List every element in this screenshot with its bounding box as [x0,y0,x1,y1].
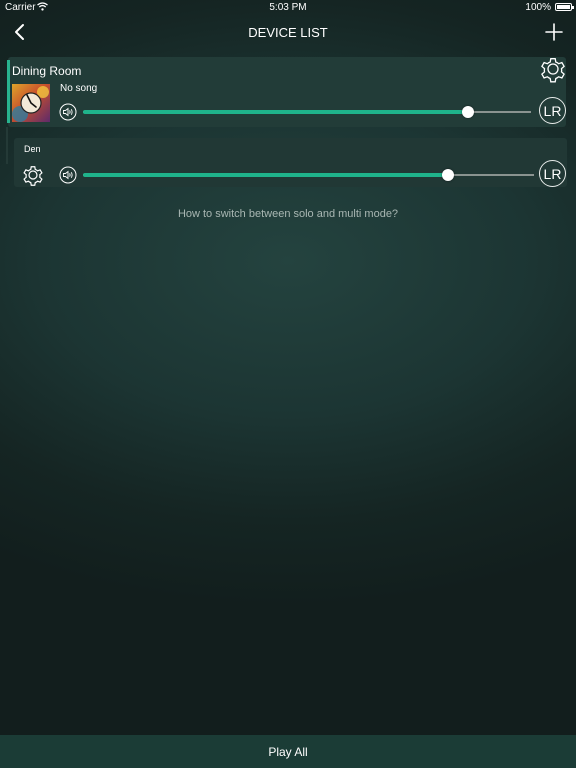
volume-slider[interactable] [83,168,534,182]
volume-slider[interactable] [83,105,531,119]
speaker-volume-icon[interactable] [59,166,77,184]
navigation-bar: DEVICE LIST [0,16,576,48]
slider-fill [83,110,469,114]
play-all-button[interactable]: Play All [0,735,576,768]
channel-lr-button[interactable]: LR [539,160,566,187]
album-art[interactable] [12,84,50,122]
battery-percentage: 100% [525,2,551,13]
slider-thumb[interactable] [442,169,455,181]
device-name: Den [24,144,41,154]
active-indicator [7,60,10,123]
channel-lr-button[interactable]: LR [539,97,566,124]
help-link[interactable]: How to switch between solo and multi mod… [0,208,576,220]
device-name: Dining Room [12,64,82,78]
slider-fill [83,173,449,177]
status-time: 5:03 PM [269,2,307,13]
speaker-volume-icon[interactable] [59,103,77,121]
slider-thumb[interactable] [462,106,475,118]
settings-gear-icon[interactable] [21,163,45,187]
status-bar: Carrier 5:03 PM 100% [0,0,576,16]
add-icon[interactable] [544,22,564,42]
settings-gear-icon[interactable] [538,54,568,84]
page-title: DEVICE LIST [248,25,328,40]
group-connector [6,127,8,164]
song-title: No song [60,83,98,94]
battery-icon [555,3,574,11]
